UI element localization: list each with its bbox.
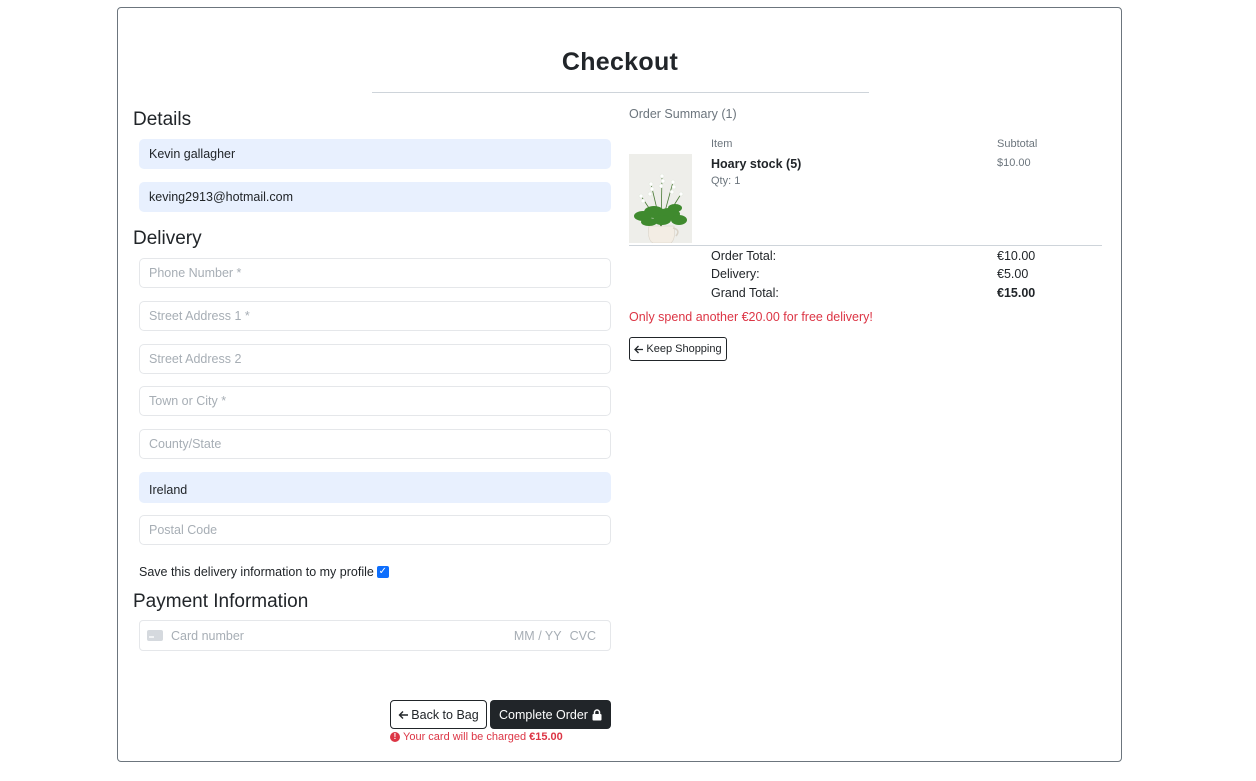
email-value: keving2913@hotmail.com: [149, 190, 294, 204]
county-state-placeholder: County/State: [149, 437, 222, 451]
details-heading: Details: [133, 109, 192, 130]
street-address-1-placeholder: Street Address 1 *: [149, 309, 250, 323]
phone-number-field[interactable]: Phone Number *: [139, 258, 611, 288]
order-total-value: €10.00: [997, 249, 1036, 263]
postal-code-placeholder: Postal Code: [149, 523, 218, 537]
keep-shopping-button[interactable]: Keep Shopping: [629, 337, 727, 361]
county-state-field[interactable]: County/State: [139, 429, 611, 459]
town-city-field[interactable]: Town or City *: [139, 386, 611, 416]
save-info-row: Save this delivery information to my pro…: [139, 565, 389, 579]
town-city-placeholder: Town or City *: [149, 394, 227, 408]
arrow-left-icon: [634, 345, 644, 353]
free-delivery-note: Only spend another €20.00 for free deliv…: [629, 310, 873, 324]
back-to-bag-label: Back to Bag: [411, 707, 479, 722]
charge-amount: €15.00: [529, 731, 563, 743]
full-name-value: Kevin gallagher: [149, 147, 236, 161]
email-field[interactable]: keving2913@hotmail.com: [139, 182, 611, 212]
item-subtotal: $10.00: [997, 157, 1031, 169]
street-address-2-placeholder: Street Address 2: [149, 352, 242, 366]
order-total-label: Order Total:: [711, 249, 777, 263]
complete-order-button[interactable]: Complete Order: [490, 700, 611, 729]
credit-card-icon: [147, 630, 163, 641]
keep-shopping-label: Keep Shopping: [646, 343, 722, 355]
complete-order-label: Complete Order: [499, 707, 588, 722]
grand-total-value: €15.00: [997, 286, 1036, 300]
postal-code-field[interactable]: Postal Code: [139, 515, 611, 545]
grand-total-label: Grand Total:: [711, 286, 779, 300]
card-number-placeholder: Card number: [171, 628, 244, 643]
street-address-2-field[interactable]: Street Address 2: [139, 344, 611, 374]
phone-number-placeholder: Phone Number *: [149, 266, 242, 280]
item-name: Hoary stock (5): [711, 157, 802, 171]
country-value: Ireland: [149, 482, 188, 497]
full-name-field[interactable]: Kevin gallagher: [139, 139, 611, 169]
charge-note: ! Your card will be charged €15.00: [390, 731, 563, 743]
subtotal-column-header: Subtotal: [997, 138, 1038, 150]
cvc-placeholder: CVC: [569, 628, 596, 643]
delivery-heading: Delivery: [133, 228, 202, 249]
back-to-bag-button[interactable]: Back to Bag: [390, 700, 487, 729]
expiry-placeholder: MM / YY: [513, 628, 562, 643]
product-image[interactable]: [629, 154, 692, 243]
summary-divider: [629, 245, 1102, 246]
title-divider: [372, 92, 869, 93]
save-info-label: Save this delivery information to my pro…: [139, 565, 374, 579]
exclamation-circle-icon: !: [390, 732, 400, 742]
flower-vase-image: [629, 154, 692, 243]
delivery-label: Delivery:: [711, 267, 760, 281]
lock-icon: [592, 708, 602, 720]
page-title: Checkout: [561, 48, 679, 76]
delivery-value: €5.00: [997, 267, 1029, 281]
card-element[interactable]: Card number MM / YY CVC: [139, 620, 611, 651]
save-info-checkbox[interactable]: ✓: [376, 566, 389, 578]
arrow-left-icon: [398, 710, 409, 719]
payment-heading: Payment Information: [133, 591, 309, 612]
item-quantity: Qty: 1: [711, 175, 741, 187]
country-select[interactable]: Ireland: [139, 472, 611, 503]
charge-note-text: Your card will be charged: [403, 731, 527, 743]
item-column-header: Item: [711, 138, 733, 150]
order-summary-heading: Order Summary (1): [629, 107, 737, 121]
street-address-1-field[interactable]: Street Address 1 *: [139, 301, 611, 331]
